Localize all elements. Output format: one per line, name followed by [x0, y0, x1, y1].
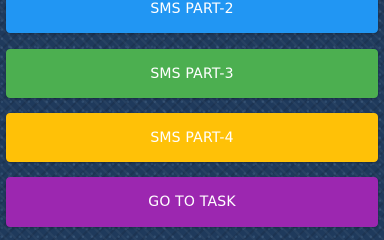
menu-screen: SMS PART-2 SMS PART-3 SMS PART-4 GO TO T…: [0, 0, 384, 227]
sms-part-3-button[interactable]: SMS PART-3: [6, 49, 378, 98]
sms-part-2-button[interactable]: SMS PART-2: [6, 0, 378, 33]
go-to-task-button[interactable]: GO TO TASK: [6, 177, 378, 227]
go-to-task-label: GO TO TASK: [148, 194, 236, 210]
sms-part-4-button[interactable]: SMS PART-4: [6, 113, 378, 162]
sms-part-3-label: SMS PART-3: [150, 65, 234, 82]
sms-part-2-label: SMS PART-2: [150, 1, 234, 17]
sms-part-4-label: SMS PART-4: [150, 129, 234, 146]
